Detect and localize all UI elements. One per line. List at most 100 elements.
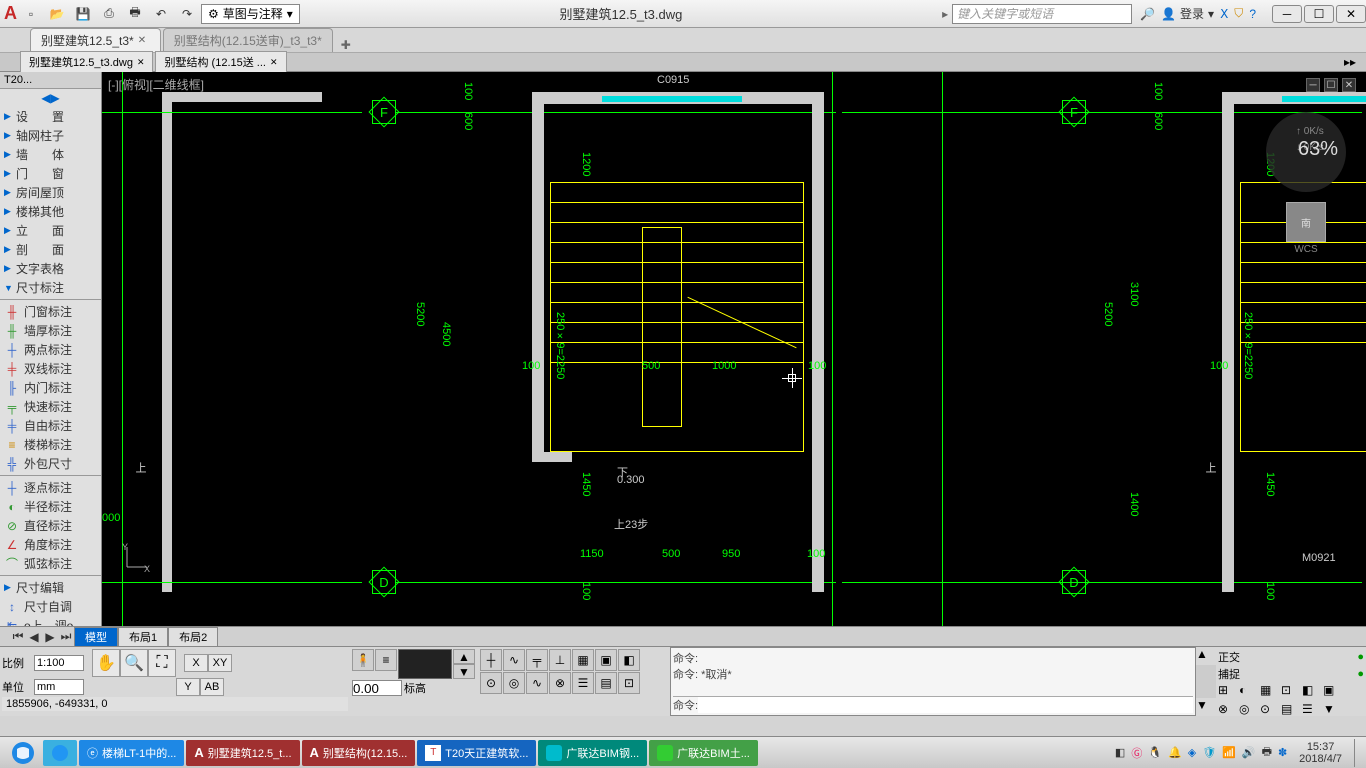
tool-icon[interactable]: ╤	[526, 649, 548, 671]
tool-icon[interactable]: ▣	[595, 649, 617, 671]
new-tab-button[interactable]: ✚	[335, 38, 357, 52]
tray-icon[interactable]: ◧	[1115, 746, 1125, 759]
status-tool-icon[interactable]: ⊞	[1218, 683, 1238, 701]
tool-icon[interactable]: ⊡	[618, 672, 640, 694]
up-spinner[interactable]: ▲	[453, 649, 475, 664]
layout-nav-first-icon[interactable]: ⏮	[10, 629, 26, 644]
tree-item[interactable]: ▶文字表格	[0, 259, 101, 278]
taskbar-item[interactable]: 广联达BIM土...	[649, 740, 758, 766]
taskbar-item[interactable]: 广联达BIM钢...	[538, 740, 647, 766]
drawing-canvas[interactable]: [-][俯视][二维线框] ─ ☐ ✕ ↑ 0K/s ↓ 0K/s 63% 南 …	[102, 72, 1366, 626]
maximize-button[interactable]: ☐	[1304, 5, 1334, 23]
down-spinner[interactable]: ▼	[453, 664, 475, 679]
close-button[interactable]: ✕	[1336, 5, 1366, 23]
start-button[interactable]	[4, 739, 42, 767]
minimize-button[interactable]: ─	[1272, 5, 1302, 23]
tree-item[interactable]: ▶立 面	[0, 221, 101, 240]
tool-icon[interactable]: ▦	[572, 649, 594, 671]
redo-icon[interactable]: ↷	[175, 3, 199, 25]
tray-icon[interactable]: 🖶	[1262, 743, 1272, 762]
layout-tab-model[interactable]: 模型	[74, 627, 118, 647]
lines-icon[interactable]: ≡	[375, 649, 397, 671]
doc-tab[interactable]: 别墅建筑12.5_t3.dwg ✕	[20, 51, 153, 73]
taskbar-item[interactable]: ⓔ 楼梯LT-1中的...	[79, 740, 184, 766]
status-tool-icon[interactable]: ⊙	[1260, 702, 1280, 720]
status-tool-icon[interactable]: ☰	[1302, 702, 1322, 720]
tray-icon[interactable]: 📶	[1222, 746, 1236, 759]
status-tool-icon[interactable]: ⊡	[1281, 683, 1301, 701]
status-tool-icon[interactable]: ◎	[1239, 702, 1259, 720]
tree-item[interactable]: ▶楼梯其他	[0, 202, 101, 221]
layout-nav-next-icon[interactable]: ▶	[42, 630, 58, 644]
status-tool-icon[interactable]: ◐	[1239, 683, 1259, 701]
tree-item[interactable]: ↹o上 调o	[0, 616, 101, 626]
panel-nav-icon[interactable]: ◀▶	[0, 89, 101, 107]
tree-item[interactable]: ┼两点标注	[0, 340, 101, 359]
close-icon[interactable]: ✕	[138, 35, 150, 47]
tree-item[interactable]: ▶房间屋顶	[0, 183, 101, 202]
file-tab-inactive[interactable]: 别墅结构(12.15送审)_t3_t3*	[163, 28, 333, 52]
tool-icon[interactable]: ◧	[618, 649, 640, 671]
tree-item[interactable]: ∠角度标注	[0, 535, 101, 554]
tool-icon[interactable]: ∿	[503, 649, 525, 671]
panel-title[interactable]: T20...	[0, 72, 101, 89]
tray-icon[interactable]: Ⓖ	[1131, 745, 1142, 761]
tree-item[interactable]: ╟内门标注	[0, 378, 101, 397]
zoom-extents-icon[interactable]: ⛶	[148, 649, 176, 677]
saveas-icon[interactable]: ⎙	[97, 3, 121, 25]
file-tab-active[interactable]: 别墅建筑12.5_t3* ✕	[30, 28, 161, 52]
cmd-scroll-up-icon[interactable]: ▲	[1196, 647, 1216, 665]
tool-icon[interactable]: ⊥	[549, 649, 571, 671]
taskbar-item[interactable]: A 别墅建筑12.5_t...	[186, 740, 299, 766]
tree-item[interactable]: ↕尺寸自调	[0, 597, 101, 616]
command-input[interactable]	[698, 697, 1193, 713]
tool-icon[interactable]: ┼	[480, 649, 502, 671]
tree-item[interactable]: ▶尺寸编辑	[0, 578, 101, 597]
xy-coord-icon[interactable]: XY	[208, 654, 232, 672]
exchange-icon[interactable]: Ⅹ	[1220, 7, 1228, 21]
new-icon[interactable]: ▫	[19, 3, 43, 25]
ortho-toggle-icon[interactable]: ●	[1357, 651, 1364, 663]
help-icon[interactable]: ?	[1249, 7, 1256, 21]
tree-item[interactable]: ╤快速标注	[0, 397, 101, 416]
binoculars-icon[interactable]: 🔎	[1140, 7, 1155, 21]
y-coord-icon[interactable]: Y	[176, 678, 200, 696]
save-icon[interactable]: 💾	[71, 3, 95, 25]
workspace-selector[interactable]: ⚙ 草图与注释 ▾	[201, 4, 300, 24]
tree-item[interactable]: ▶门 窗	[0, 164, 101, 183]
tray-icon[interactable]: ◈	[1188, 746, 1196, 759]
tree-item[interactable]: ▶设 置	[0, 107, 101, 126]
pan-icon[interactable]: ✋	[92, 649, 120, 677]
login-button[interactable]: 👤 登录 ▾	[1161, 5, 1214, 22]
tool-icon[interactable]: ∿	[526, 672, 548, 694]
ab-text-icon[interactable]: AB	[200, 678, 224, 696]
autocad-logo-icon[interactable]: A	[4, 3, 17, 24]
tray-icon[interactable]: 🐧	[1148, 746, 1162, 759]
tray-icon[interactable]: ✽	[1278, 746, 1287, 759]
status-tool-icon[interactable]: ▦	[1260, 683, 1280, 701]
taskbar-clock[interactable]: 15:37 2018/4/7	[1293, 741, 1348, 765]
status-tool-icon[interactable]: ◧	[1302, 683, 1322, 701]
status-tool-icon[interactable]: ▤	[1281, 702, 1301, 720]
scale-input[interactable]	[34, 655, 84, 671]
tray-icon[interactable]: 🛡	[1202, 746, 1216, 759]
maximize-icon[interactable]: ☐	[1324, 78, 1338, 92]
x-coord-icon[interactable]: X	[184, 654, 208, 672]
tree-item[interactable]: ┼逐点标注	[0, 478, 101, 497]
tray-icon[interactable]: 🔔	[1168, 746, 1182, 759]
tool-icon[interactable]: ◎	[503, 672, 525, 694]
tree-item[interactable]: ╫门窗标注	[0, 302, 101, 321]
tray-icon[interactable]: 🔊	[1242, 746, 1256, 759]
elev-input[interactable]	[352, 680, 402, 696]
tree-item[interactable]: ⊘直径标注	[0, 516, 101, 535]
close-icon[interactable]: ✕	[270, 57, 278, 68]
tree-item[interactable]: ╬外包尺寸	[0, 454, 101, 473]
tool-icon[interactable]: ⊗	[549, 672, 571, 694]
tree-item[interactable]: ⌒弧弦标注	[0, 554, 101, 573]
tree-item[interactable]: ≡楼梯标注	[0, 435, 101, 454]
tool-icon[interactable]: ▤	[595, 672, 617, 694]
tree-item[interactable]: ▼尺寸标注	[0, 278, 101, 297]
status-tool-icon[interactable]: ⊗	[1218, 702, 1238, 720]
minimize-icon[interactable]: ─	[1306, 78, 1320, 92]
taskbar-item[interactable]: T T20天正建筑软...	[417, 740, 536, 766]
